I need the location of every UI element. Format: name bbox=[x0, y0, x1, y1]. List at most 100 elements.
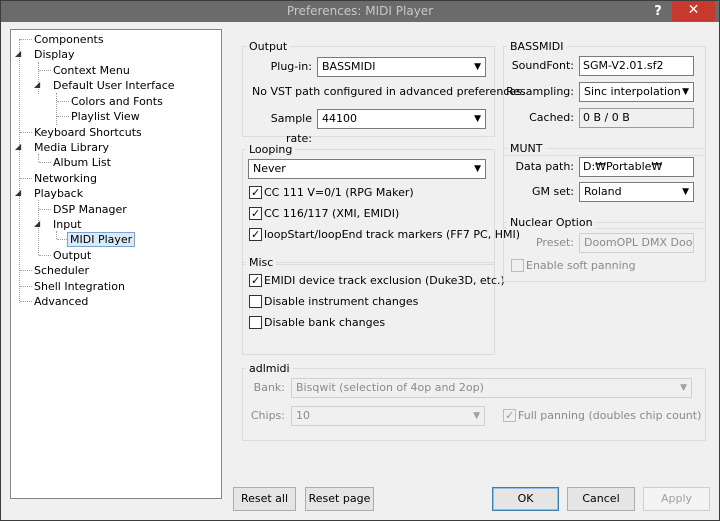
cc111-checkbox[interactable]: ✓ CC 111 V=0/1 (RPG Maker) bbox=[249, 185, 414, 201]
looping-mode-dropdown[interactable]: Never ▼ bbox=[248, 159, 486, 179]
resampling-dropdown[interactable]: Sinc interpolation ▼ bbox=[579, 82, 694, 102]
tree-item-label: Input bbox=[53, 218, 82, 231]
munt-group-title: MUNT bbox=[507, 142, 546, 155]
tree-line bbox=[20, 132, 32, 133]
emidi-exclusion-checkbox[interactable]: ✓ EMIDI device track exclusion (Duke3D, e… bbox=[249, 273, 505, 289]
full-panning-checkbox[interactable]: ✓ Full panning (doubles chip count) bbox=[503, 408, 701, 424]
tree-item-label: Colors and Fonts bbox=[71, 95, 163, 108]
tree-line bbox=[20, 270, 32, 271]
cancel-button[interactable]: Cancel bbox=[567, 487, 635, 511]
chevron-down-icon: ▼ bbox=[474, 62, 481, 72]
ok-button[interactable]: OK bbox=[492, 487, 559, 511]
bassmidi-group: BASSMIDI SoundFont: SGM-V2.01.sf2 Resamp… bbox=[503, 40, 706, 156]
vst-path-note: No VST path configured in advanced prefe… bbox=[252, 85, 526, 98]
tree-item-label: Album List bbox=[53, 156, 111, 169]
tree-line bbox=[56, 93, 57, 125]
emidi-exclusion-label: EMIDI device track exclusion (Duke3D, et… bbox=[264, 274, 505, 287]
bank-value: Bisqwit (selection of 4op and 2op) bbox=[296, 381, 484, 394]
soft-panning-label: Enable soft panning bbox=[526, 259, 636, 272]
full-panning-label: Full panning (doubles chip count) bbox=[518, 409, 702, 422]
cc116-checkbox[interactable]: ✓ CC 116/117 (XMI, EMIDI) bbox=[249, 206, 399, 222]
disable-instrument-changes-checkbox[interactable]: Disable instrument changes bbox=[249, 294, 418, 310]
disable-bank-changes-checkbox[interactable]: Disable bank changes bbox=[249, 315, 385, 331]
tree-item-networking[interactable]: Networking bbox=[32, 171, 99, 186]
expand-arrow-icon[interactable]: ◢ bbox=[15, 142, 21, 151]
tree-item-label: Scheduler bbox=[34, 264, 90, 277]
bank-dropdown[interactable]: Bisqwit (selection of 4op and 2op) ▼ bbox=[291, 378, 692, 398]
tree-line bbox=[57, 116, 69, 117]
soundfont-field[interactable]: SGM-V2.01.sf2 bbox=[579, 56, 694, 76]
looping-mode-value: Never bbox=[253, 162, 286, 175]
dialog-client: ◢ ◢ ◢ ◢ ◢ Components Display Context Men… bbox=[1, 22, 719, 520]
soft-panning-checkbox[interactable]: Enable soft panning bbox=[511, 258, 636, 274]
resampling-value: Sinc interpolation bbox=[584, 85, 681, 98]
data-path-label: Data path: bbox=[515, 160, 574, 173]
tree-item-display[interactable]: Display bbox=[32, 47, 77, 62]
tree-item-keyboard-shortcuts[interactable]: Keyboard Shortcuts bbox=[32, 125, 144, 140]
preferences-tree[interactable]: ◢ ◢ ◢ ◢ ◢ Components Display Context Men… bbox=[10, 29, 222, 499]
tree-item-playlist-view[interactable]: Playlist View bbox=[69, 109, 142, 124]
close-button[interactable]: ✕ bbox=[672, 1, 715, 21]
chips-combo[interactable]: 10 ▼ bbox=[291, 406, 485, 426]
tree-item-midi-player[interactable]: MIDI Player bbox=[67, 232, 136, 247]
expand-arrow-icon[interactable]: ◢ bbox=[34, 219, 40, 228]
tree-item-dsp-manager[interactable]: DSP Manager bbox=[51, 202, 129, 217]
tree-item-album-list[interactable]: Album List bbox=[51, 155, 113, 170]
resampling-label: Resampling: bbox=[506, 85, 574, 98]
tree-item-context-menu[interactable]: Context Menu bbox=[51, 63, 132, 78]
tree-item-label: Media Library bbox=[34, 141, 109, 154]
check-icon: ✓ bbox=[505, 409, 515, 422]
reset-all-button[interactable]: Reset all bbox=[233, 487, 296, 511]
chips-label: Chips: bbox=[250, 409, 285, 422]
preset-dropdown[interactable]: DoomOPL DMX Door bbox=[579, 233, 694, 253]
tree-item-label: Networking bbox=[34, 172, 97, 185]
nuclear-option-group: Nuclear Option Preset: DoomOPL DMX Door … bbox=[503, 216, 706, 282]
tree-item-advanced[interactable]: Advanced bbox=[32, 294, 90, 309]
chevron-down-icon: ▼ bbox=[682, 87, 689, 97]
disable-instrument-changes-label: Disable instrument changes bbox=[264, 295, 419, 308]
adlmidi-group: adlmidi Bank: Bisqwit (selection of 4op … bbox=[242, 362, 706, 441]
tree-item-default-user-interface[interactable]: Default User Interface bbox=[51, 78, 177, 93]
help-button[interactable]: ? bbox=[649, 1, 667, 22]
gm-set-dropdown[interactable]: Roland ▼ bbox=[579, 182, 694, 202]
tree-item-label: Context Menu bbox=[53, 64, 130, 77]
tree-item-label: Components bbox=[34, 33, 104, 46]
tree-item-input[interactable]: Input bbox=[51, 217, 83, 232]
misc-group-title: Misc bbox=[246, 256, 277, 269]
tree-item-media-library[interactable]: Media Library bbox=[32, 140, 111, 155]
tree-item-playback[interactable]: Playback bbox=[32, 186, 85, 201]
tree-item-components[interactable]: Components bbox=[32, 32, 106, 47]
tree-line bbox=[19, 39, 20, 303]
sample-rate-combo[interactable]: 44100 ▼ bbox=[317, 109, 486, 129]
soundfont-label: SoundFont: bbox=[511, 59, 574, 72]
disable-bank-changes-label: Disable bank changes bbox=[264, 316, 386, 329]
cached-label: Cached: bbox=[529, 111, 574, 124]
tree-item-scheduler[interactable]: Scheduler bbox=[32, 263, 91, 278]
misc-group: Misc ✓ EMIDI device track exclusion (Duke… bbox=[242, 256, 505, 355]
expand-arrow-icon[interactable]: ◢ bbox=[15, 49, 21, 58]
plugin-dropdown[interactable]: BASSMIDI ▼ bbox=[317, 57, 486, 77]
preferences-window: Preferences: MIDI Player ? ✕ ◢ ◢ ◢ ◢ ◢ C… bbox=[0, 0, 720, 521]
tree-item-shell-integration[interactable]: Shell Integration bbox=[32, 279, 127, 294]
tree-item-label: Output bbox=[53, 249, 92, 262]
tree-item-label: Playback bbox=[34, 187, 84, 200]
tree-line bbox=[38, 62, 39, 94]
output-group-title: Output bbox=[246, 40, 291, 53]
loop-markers-checkbox[interactable]: ✓ loopStart/loopEnd track markers (FF7 PC… bbox=[249, 227, 520, 243]
tree-item-label: Shell Integration bbox=[34, 280, 125, 293]
tree-item-label: DSP Manager bbox=[53, 203, 127, 216]
data-path-field[interactable]: D:₩Portable₩ bbox=[579, 157, 694, 177]
tree-item-colors-and-fonts[interactable]: Colors and Fonts bbox=[69, 94, 165, 109]
expand-arrow-icon[interactable]: ◢ bbox=[34, 80, 40, 89]
tree-item-output[interactable]: Output bbox=[51, 248, 93, 263]
apply-button[interactable]: Apply bbox=[643, 487, 710, 511]
reset-page-button[interactable]: Reset page bbox=[305, 487, 374, 511]
tree-line bbox=[56, 231, 57, 239]
sample-rate-value: 44100 bbox=[322, 112, 357, 125]
check-icon: ✓ bbox=[251, 207, 261, 220]
output-group: Output Plug-in: BASSMIDI ▼ No VST path c… bbox=[242, 40, 525, 145]
tree-line bbox=[20, 178, 32, 179]
chevron-down-icon: ▼ bbox=[473, 411, 480, 421]
tree-line bbox=[39, 70, 51, 71]
expand-arrow-icon[interactable]: ◢ bbox=[15, 188, 21, 197]
